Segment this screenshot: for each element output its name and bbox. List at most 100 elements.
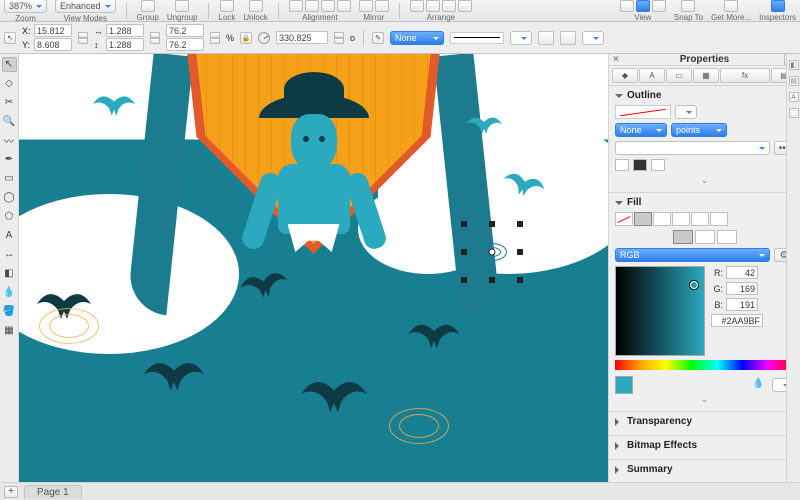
mirror-v-button[interactable] — [375, 0, 389, 12]
outline-dash-select[interactable] — [615, 141, 770, 155]
lock-button[interactable] — [220, 0, 234, 12]
clip-button[interactable] — [560, 31, 576, 45]
group-button[interactable] — [141, 0, 155, 12]
ellipse-tool[interactable]: ◯ — [2, 190, 17, 205]
color-field[interactable] — [615, 266, 705, 356]
outline-units-select[interactable]: points — [671, 123, 727, 137]
tab-page[interactable]: ▦ — [693, 68, 719, 83]
hue-slider[interactable] — [615, 360, 794, 370]
shadow-tool[interactable]: ◧ — [2, 266, 17, 281]
arrange-back-button[interactable] — [458, 0, 472, 12]
transparency-tool[interactable]: ▦ — [2, 323, 17, 338]
fill-edit-button[interactable] — [673, 230, 693, 244]
zoom-select[interactable]: 387% — [4, 0, 47, 13]
fill-tool[interactable]: 🪣 — [2, 304, 17, 319]
cursor-icon[interactable]: ↖ — [4, 32, 16, 44]
fill-overprint-button[interactable] — [717, 230, 737, 244]
xy-stepper[interactable] — [78, 32, 88, 44]
rectangle-tool[interactable]: ▭ — [2, 171, 17, 186]
corner-round-button[interactable] — [633, 159, 647, 171]
canvas[interactable] — [19, 54, 608, 482]
freehand-tool[interactable]: 〰 — [2, 133, 17, 148]
outline-title[interactable]: Outline — [615, 90, 794, 101]
more-options-select[interactable] — [582, 31, 604, 45]
current-color-swatch[interactable] — [615, 376, 633, 394]
fill-title[interactable]: Fill — [615, 197, 794, 208]
close-panel-icon[interactable]: × — [613, 54, 619, 65]
y-input[interactable]: 8.608 — [34, 38, 72, 51]
eyedropper-tool[interactable]: 💧 — [2, 285, 17, 300]
g-input[interactable]: 169 — [726, 282, 758, 295]
tab-object[interactable]: ◆ — [612, 68, 638, 83]
selection-handle[interactable] — [489, 221, 495, 227]
wh-stepper[interactable] — [150, 32, 160, 44]
transparency-title[interactable]: Transparency — [615, 416, 794, 427]
selection-handle[interactable] — [461, 277, 467, 283]
ungroup-button[interactable] — [175, 0, 189, 12]
rot-stepper[interactable] — [334, 32, 344, 44]
docker-tab[interactable]: ◧ — [789, 60, 799, 70]
selection-handle[interactable] — [517, 277, 523, 283]
arrange-front-button[interactable] — [410, 0, 424, 12]
viewmodes-select[interactable]: Enhanced — [55, 0, 116, 13]
corner-bevel-button[interactable] — [651, 159, 665, 171]
h-input[interactable]: 1.288 — [106, 38, 144, 51]
b-input[interactable]: 191 — [726, 298, 758, 311]
docker-tab[interactable]: ▤ — [789, 76, 799, 86]
pct-stepper[interactable] — [210, 32, 220, 44]
fill-fountain-button[interactable] — [653, 212, 671, 226]
unlock-button[interactable] — [249, 0, 263, 12]
align-button[interactable] — [337, 0, 351, 12]
mirror-h-button[interactable] — [359, 0, 373, 12]
selection-handle[interactable] — [489, 277, 495, 283]
view-button[interactable] — [652, 0, 666, 12]
stroke-width-select[interactable] — [510, 31, 532, 45]
pen-tool[interactable]: ✒ — [2, 152, 17, 167]
fill-winding-button[interactable] — [695, 230, 715, 244]
arrange-forward-button[interactable] — [426, 0, 440, 12]
x-input[interactable]: 15.812 — [34, 24, 72, 37]
fill-postscript-button[interactable] — [710, 212, 728, 226]
corner-miter-button[interactable] — [615, 159, 629, 171]
tab-layout[interactable]: ▭ — [666, 68, 692, 83]
tab-effects[interactable]: fx — [720, 68, 770, 83]
shape-tool[interactable]: ◇ — [2, 76, 17, 91]
selection-handle[interactable] — [461, 249, 467, 255]
fill-uniform-button[interactable] — [634, 212, 652, 226]
section-collapse-icon[interactable]: ⌄ — [615, 394, 794, 405]
color-model-select[interactable]: RGB — [615, 248, 770, 262]
fill-texture-button[interactable] — [691, 212, 709, 226]
w-input[interactable]: 1.288 — [106, 24, 144, 37]
selection-handle[interactable] — [517, 221, 523, 227]
text-tool[interactable]: A — [2, 228, 17, 243]
align-button[interactable] — [289, 0, 303, 12]
add-page-button[interactable]: + — [4, 486, 18, 498]
crop-tool[interactable]: ✂ — [2, 95, 17, 110]
view-button[interactable] — [620, 0, 634, 12]
outline-preview-select[interactable] — [675, 105, 697, 119]
hex-input[interactable]: #2AA9BF — [711, 314, 763, 327]
stroke-preview[interactable] — [450, 32, 504, 44]
fill-none-button[interactable] — [615, 212, 633, 226]
outline-style-select[interactable]: None — [615, 123, 667, 137]
polygon-tool[interactable]: ⬠ — [2, 209, 17, 224]
wrap-button[interactable] — [538, 31, 554, 45]
align-button[interactable] — [321, 0, 335, 12]
pen-icon[interactable]: ✎ — [372, 32, 384, 44]
tab-text[interactable]: A — [639, 68, 665, 83]
bitmap-title[interactable]: Bitmap Effects — [615, 440, 794, 451]
selection-box[interactable] — [464, 224, 520, 280]
getmore-button[interactable] — [724, 0, 738, 12]
arrange-backward-button[interactable] — [442, 0, 456, 12]
snapto-button[interactable] — [681, 0, 695, 12]
section-collapse-icon[interactable]: ⌄ — [615, 175, 794, 186]
pw-input[interactable]: 76.2 — [166, 24, 204, 37]
fill-pattern-button[interactable] — [672, 212, 690, 226]
dimension-tool[interactable]: ↔ — [2, 247, 17, 262]
align-button[interactable] — [305, 0, 319, 12]
zoom-tool[interactable]: 🔍 — [2, 114, 17, 129]
stroke-style-select[interactable]: None — [390, 31, 444, 45]
inspectors-button[interactable] — [771, 0, 785, 12]
docker-tab[interactable]: ⬚ — [789, 108, 799, 118]
lock-aspect-icon[interactable]: 🔒 — [240, 32, 252, 44]
